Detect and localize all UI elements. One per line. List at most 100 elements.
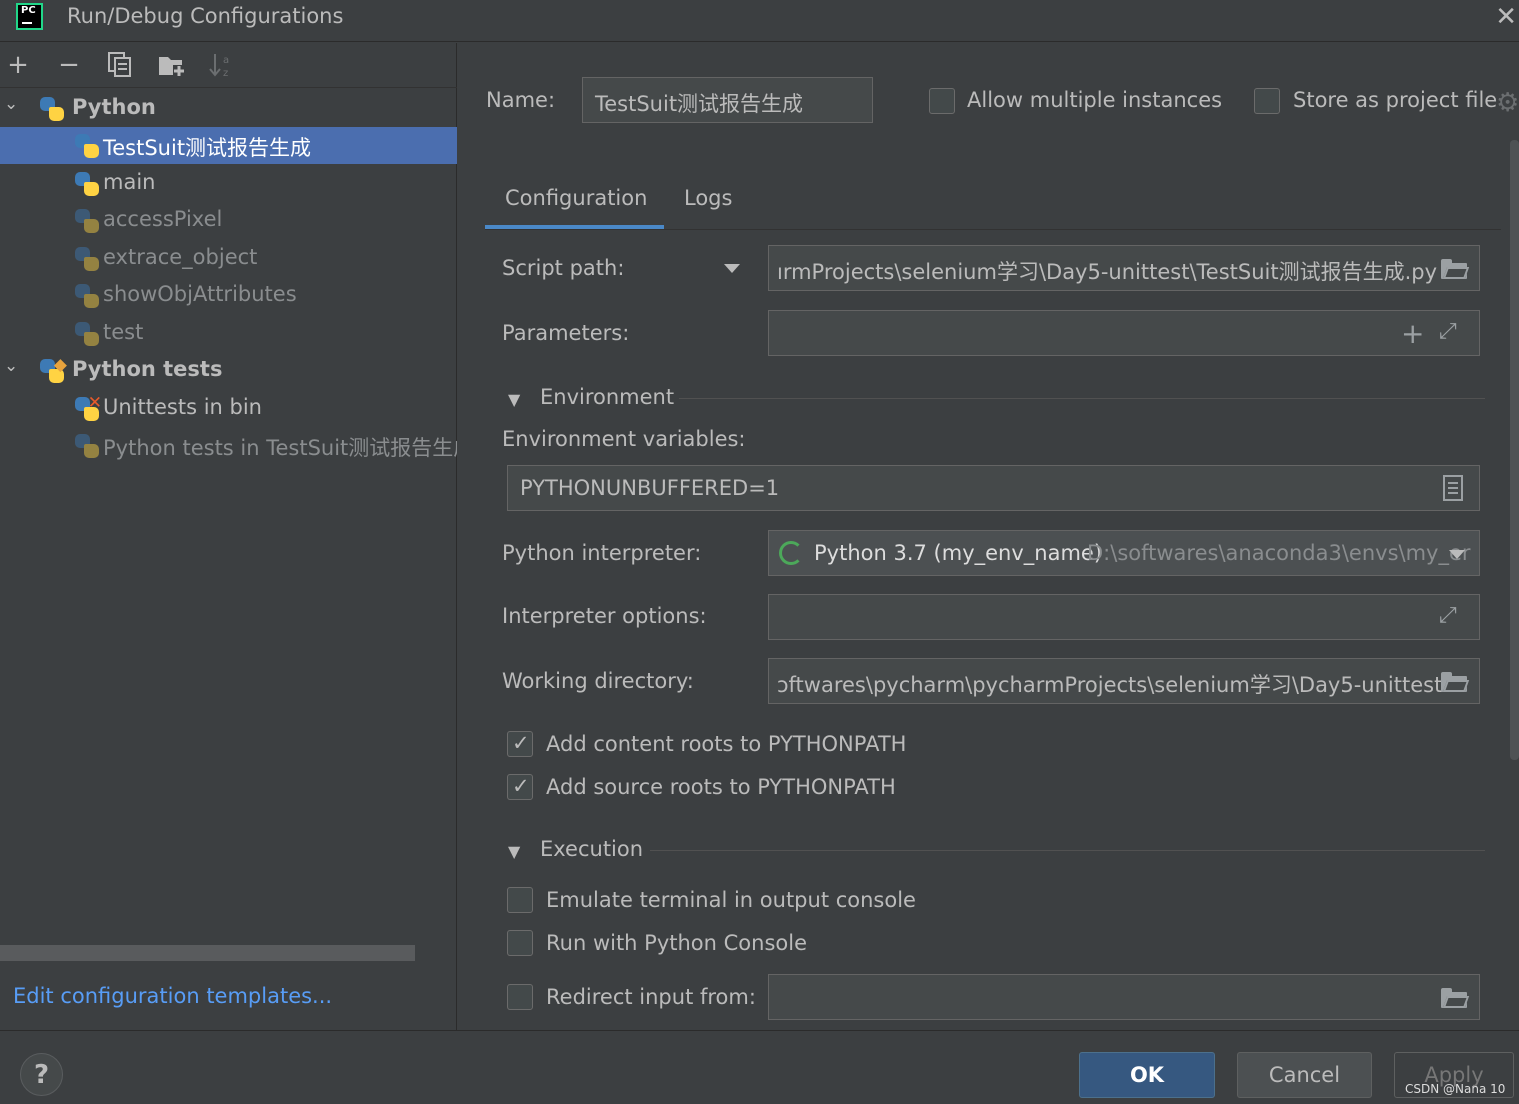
tree-item-label: Python tests in TestSuit测试报告生成	[103, 436, 457, 460]
new-folder-icon[interactable]	[157, 49, 187, 81]
document-icon[interactable]	[1443, 475, 1463, 507]
interp-options-field[interactable]: ⤢	[768, 594, 1480, 640]
script-path-field[interactable]: ırmProjects\selenium学习\Day5-unittest\Tes…	[768, 245, 1480, 291]
pycharm-logo-icon: PC	[16, 3, 43, 30]
tree-item-unittests-in-bin[interactable]: ✕ Unittests in bin	[0, 390, 457, 427]
name-field[interactable]: TestSuit测试报告生成	[582, 77, 873, 123]
folder-icon[interactable]	[1441, 988, 1470, 1008]
emulate-terminal-label: Emulate terminal in output console	[546, 888, 916, 912]
script-path-label: Script path:	[502, 256, 625, 280]
interpreter-select[interactable]: Python 3.7 (my_env_name) D:\softwares\an…	[768, 530, 1480, 576]
python-icon	[75, 209, 99, 233]
redirect-input-field[interactable]	[768, 974, 1480, 1020]
plus-icon[interactable]: +	[1401, 317, 1424, 350]
tree-item-test[interactable]: test	[0, 315, 457, 352]
redirect-input-checkbox[interactable]	[507, 984, 533, 1010]
collapse-triangle-icon[interactable]: ▼	[508, 842, 520, 861]
env-vars-field[interactable]: PYTHONUNBUFFERED=1	[507, 465, 1480, 511]
working-dir-field[interactable]: ɔftwares\pycharm\pycharmProjects\seleniu…	[768, 658, 1480, 704]
source-roots-checkbox[interactable]	[507, 774, 533, 800]
allow-multiple-checkbox[interactable]	[929, 88, 955, 114]
allow-multiple-label: Allow multiple instances	[967, 88, 1223, 112]
add-icon[interactable]: +	[3, 49, 33, 81]
tree-group-label: Python	[72, 95, 156, 119]
edit-templates-link[interactable]: Edit configuration templates...	[13, 984, 332, 1008]
svg-text:a: a	[223, 55, 229, 66]
tree-group-python[interactable]: ⌄ Python	[0, 90, 457, 127]
working-dir-label: Working directory:	[502, 669, 694, 693]
tree-item-label: accessPixel	[103, 207, 223, 231]
tree-item-label: test	[103, 320, 144, 344]
gear-icon[interactable]: ⚙	[1496, 88, 1519, 118]
tree-item-showobjattributes[interactable]: showObjAttributes	[0, 277, 457, 314]
chevron-down-icon[interactable]	[1449, 550, 1465, 559]
tab-configuration[interactable]: Configuration	[505, 186, 647, 210]
python-icon	[75, 247, 99, 271]
section-divider	[650, 850, 1485, 851]
tree-item-testsuit[interactable]: TestSuit测试报告生成	[0, 127, 457, 164]
close-icon[interactable]: ✕	[1495, 2, 1517, 32]
chevron-down-icon[interactable]: ⌄	[4, 94, 18, 114]
dialog-button-bar: ? OK Cancel Apply CSDN @Nana 10	[0, 1030, 1519, 1104]
source-roots-label: Add source roots to PYTHONPATH	[546, 775, 896, 799]
python-icon	[75, 284, 99, 308]
expand-icon[interactable]: ⤢	[1439, 319, 1457, 344]
tree-toolbar: + − az	[0, 43, 457, 88]
environment-section-title: Environment	[540, 385, 675, 409]
python-console-checkbox[interactable]	[507, 930, 533, 956]
parameters-label: Parameters:	[502, 321, 630, 345]
collapse-triangle-icon[interactable]: ▼	[508, 390, 520, 409]
python-icon	[75, 172, 99, 196]
env-vars-label: Environment variables:	[502, 427, 746, 451]
tree-item-label: extrace_object	[103, 245, 258, 269]
tab-logs[interactable]: Logs	[684, 186, 732, 210]
store-project-label: Store as project file	[1293, 88, 1498, 112]
expand-icon[interactable]: ⤢	[1439, 603, 1457, 628]
interp-options-label: Interpreter options:	[502, 604, 707, 628]
chevron-down-icon[interactable]: ⌄	[4, 356, 18, 376]
folder-icon[interactable]	[1441, 259, 1470, 279]
tree-item-label: Unittests in bin	[103, 395, 262, 419]
help-button[interactable]: ?	[20, 1053, 63, 1096]
copy-icon[interactable]	[105, 49, 135, 81]
content-roots-checkbox[interactable]	[507, 731, 533, 757]
configuration-tab-content: Script path: ırmProjects\selenium学习\Day5…	[485, 230, 1501, 1030]
section-divider	[679, 398, 1485, 399]
store-project-checkbox[interactable]	[1254, 88, 1280, 114]
configurations-tree-panel: + − az ⌄ Python TestSuit测试报告生成 main acce…	[0, 43, 457, 1030]
cancel-button[interactable]: Cancel	[1237, 1052, 1372, 1098]
configuration-editor: Name: TestSuit测试报告生成 Allow multiple inst…	[458, 43, 1519, 1030]
tree-group-label: Python tests	[72, 357, 223, 381]
folder-icon[interactable]	[1441, 672, 1470, 692]
python-tests-icon	[75, 434, 99, 458]
redirect-input-label: Redirect input from:	[546, 985, 756, 1009]
python-tests-icon: ✕	[75, 393, 102, 421]
horizontal-scrollbar[interactable]	[0, 945, 415, 961]
interpreter-label: Python interpreter:	[502, 541, 702, 565]
title-bar: PC Run/Debug Configurations ✕	[0, 0, 1519, 42]
python-console-label: Run with Python Console	[546, 931, 808, 955]
tree-item-python-tests-in-testsuit[interactable]: Python tests in TestSuit测试报告生成	[0, 427, 457, 464]
name-label: Name:	[486, 88, 556, 112]
sort-icon[interactable]: az	[207, 49, 237, 81]
window-title: Run/Debug Configurations	[67, 4, 344, 28]
emulate-terminal-checkbox[interactable]	[507, 887, 533, 913]
ok-button[interactable]: OK	[1079, 1052, 1215, 1098]
tree-item-extrace-object[interactable]: extrace_object	[0, 240, 457, 277]
remove-icon[interactable]: −	[54, 49, 84, 81]
vertical-scrollbar[interactable]	[1510, 140, 1519, 760]
tree-item-label: main	[103, 170, 156, 194]
tree-item-label: TestSuit测试报告生成	[103, 136, 312, 160]
content-roots-label: Add content roots to PYTHONPATH	[546, 732, 907, 756]
python-icon	[40, 97, 64, 121]
tree-item-main[interactable]: main	[0, 165, 457, 202]
watermark: CSDN @Nana 10	[1405, 1082, 1506, 1096]
execution-section-title: Execution	[540, 837, 644, 861]
python-tests-icon: ◆	[40, 355, 67, 383]
tree-group-python-tests[interactable]: ⌄ ◆ Python tests	[0, 352, 457, 389]
parameters-field[interactable]: + ⤢	[768, 310, 1480, 356]
chevron-down-icon[interactable]	[724, 264, 740, 273]
tree-item-accesspixel[interactable]: accessPixel	[0, 202, 457, 239]
python-icon	[75, 134, 99, 158]
python-icon	[75, 322, 99, 346]
